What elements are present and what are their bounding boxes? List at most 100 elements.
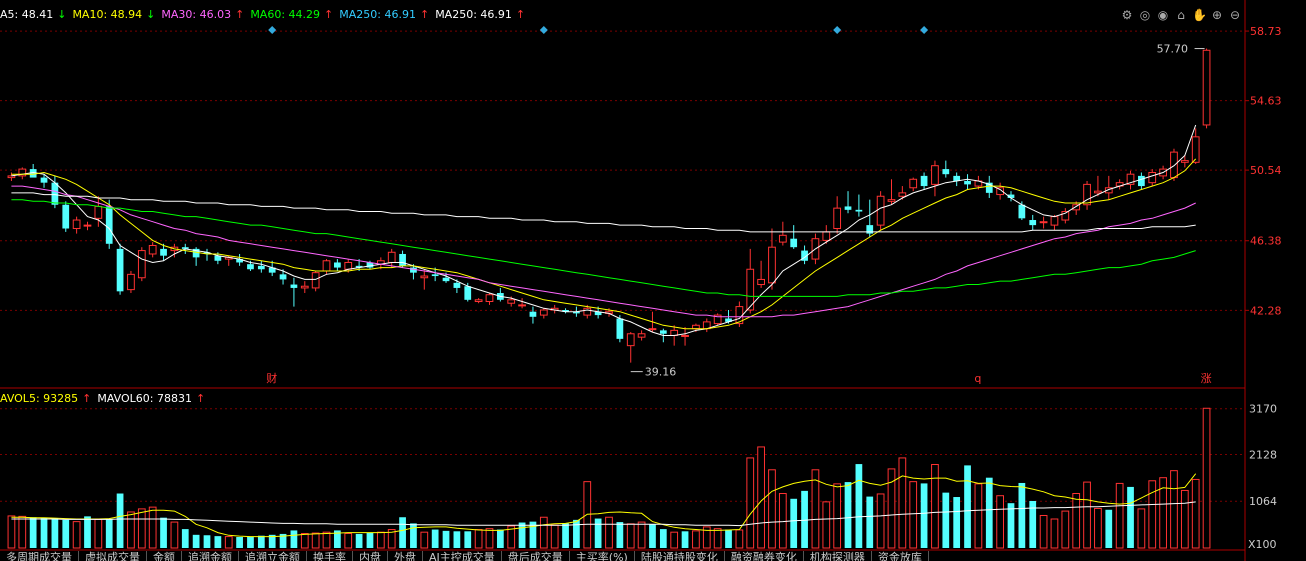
candle-body xyxy=(529,311,537,317)
event-diamond-marker xyxy=(920,26,929,34)
candle-body xyxy=(474,299,483,303)
price-tick-label: 58.73 xyxy=(1250,25,1282,38)
volume-bar xyxy=(1148,480,1157,549)
volume-bar xyxy=(833,483,842,549)
candle xyxy=(322,259,331,275)
volume-bar xyxy=(539,516,548,549)
candle xyxy=(887,179,896,205)
candle xyxy=(1039,216,1048,229)
volume-bar xyxy=(62,519,70,548)
volume-bar xyxy=(311,532,320,549)
volume-bar xyxy=(496,529,504,548)
event-diamond-marker xyxy=(833,26,842,34)
price-tick-label: 54.63 xyxy=(1250,95,1282,108)
volume-bar xyxy=(876,493,885,549)
volume-bar xyxy=(51,518,59,548)
candle-body xyxy=(62,204,70,229)
candle xyxy=(833,196,842,234)
shop-icon[interactable]: ⌂ xyxy=(1174,8,1188,22)
volume-axis-ticks: 3170 2128 1064 X100 xyxy=(1248,403,1277,551)
volume-bar xyxy=(485,528,494,549)
volume-bar xyxy=(953,497,961,548)
candle-body xyxy=(1202,49,1211,126)
indicator-tab[interactable]: 盘后成交量 xyxy=(502,551,570,561)
candle xyxy=(909,177,918,192)
candle-body xyxy=(431,274,439,277)
candle-body xyxy=(1138,175,1145,187)
candle xyxy=(942,160,950,178)
zoom-out-icon[interactable]: ⊖ xyxy=(1228,8,1242,22)
volume-tick-label: 3170 xyxy=(1249,403,1277,416)
indicator-tab[interactable]: 追溯立金额 xyxy=(239,551,307,561)
volume-bar xyxy=(474,529,483,549)
volume-bar xyxy=(746,457,755,549)
candle-body xyxy=(1191,136,1200,163)
moving-average-lines xyxy=(11,124,1197,336)
volume-bar xyxy=(442,530,450,548)
legend-item: MA250: 46.91 xyxy=(339,8,416,21)
indicator-tab[interactable]: 内盘 xyxy=(353,551,388,561)
indicator-tab[interactable]: 追溯金额 xyxy=(182,551,239,561)
volume-bar xyxy=(116,493,124,548)
candle-body xyxy=(72,219,81,230)
candle xyxy=(311,270,320,292)
volume-bar xyxy=(909,481,918,549)
ma-line-ma250 xyxy=(11,192,1196,233)
legend-item: MA10: 48.94 xyxy=(72,8,143,21)
indicator-tab[interactable]: 外盘 xyxy=(388,551,423,561)
indicator-tab[interactable]: 多周期成交量 xyxy=(0,551,79,561)
candle-body xyxy=(920,175,928,187)
indicator-tab[interactable]: 主买率(%) xyxy=(570,551,635,561)
volume-bar xyxy=(659,529,667,548)
candle xyxy=(1029,214,1037,231)
candle xyxy=(29,164,37,178)
limit-up-marker: 涨 xyxy=(1201,372,1212,385)
candle-body xyxy=(300,285,309,289)
eye-icon[interactable]: ◉ xyxy=(1156,8,1170,22)
candle-body xyxy=(116,248,124,292)
candle xyxy=(529,306,537,324)
price-tick-label: 42.28 xyxy=(1250,304,1282,317)
indicator-tab[interactable]: 换手率 xyxy=(307,551,353,561)
volume-bar xyxy=(410,523,417,548)
indicator-tab[interactable]: 资金放库 xyxy=(872,551,929,561)
candle-body xyxy=(507,299,516,304)
candle-body xyxy=(464,286,472,300)
indicator-tab[interactable]: 机构探测器 xyxy=(804,551,872,561)
candle xyxy=(626,332,635,363)
candle xyxy=(931,160,939,197)
candle xyxy=(702,318,711,333)
volume-bar xyxy=(801,490,808,548)
volume-bar xyxy=(247,537,254,548)
indicator-tab[interactable]: 虚拟成交量 xyxy=(79,551,147,561)
candle xyxy=(713,313,722,326)
gear-icon[interactable]: ⚙ xyxy=(1120,8,1134,22)
volume-bar xyxy=(790,498,798,548)
volume-bar xyxy=(898,457,907,549)
volume-bar xyxy=(942,492,950,548)
volume-bar xyxy=(670,531,679,549)
candle xyxy=(876,191,885,231)
eye-off-icon[interactable]: ◎ xyxy=(1138,8,1152,22)
candle-body xyxy=(539,309,548,316)
indicator-tab[interactable]: 金额 xyxy=(147,551,182,561)
volume-bar xyxy=(562,523,569,548)
legend-arrow: ↓ xyxy=(146,8,156,21)
volume-bar xyxy=(713,528,722,549)
indicator-tab[interactable]: AI主控成交量 xyxy=(423,551,502,561)
candle-body xyxy=(94,205,103,219)
indicator-tab[interactable]: 融资融券变化 xyxy=(725,551,804,561)
candle xyxy=(778,221,787,246)
zoom-in-icon[interactable]: ⊕ xyxy=(1210,8,1224,22)
volume-bar xyxy=(931,464,939,549)
indicator-tab[interactable]: 陆股通持股变化 xyxy=(635,551,725,561)
volume-bar xyxy=(366,532,374,548)
price-tick-label: 50.54 xyxy=(1250,164,1282,177)
stock-chart[interactable]: 58.73 54.63 50.54 46.38 42.28 3170 2128 1064 X1… xyxy=(0,0,1306,561)
candle-body xyxy=(692,324,700,330)
candle-body xyxy=(322,260,331,272)
hand-icon[interactable]: ✋ xyxy=(1192,8,1207,22)
candle xyxy=(920,172,928,190)
legend-arrow: ↑ xyxy=(419,8,430,21)
candle xyxy=(637,330,646,341)
